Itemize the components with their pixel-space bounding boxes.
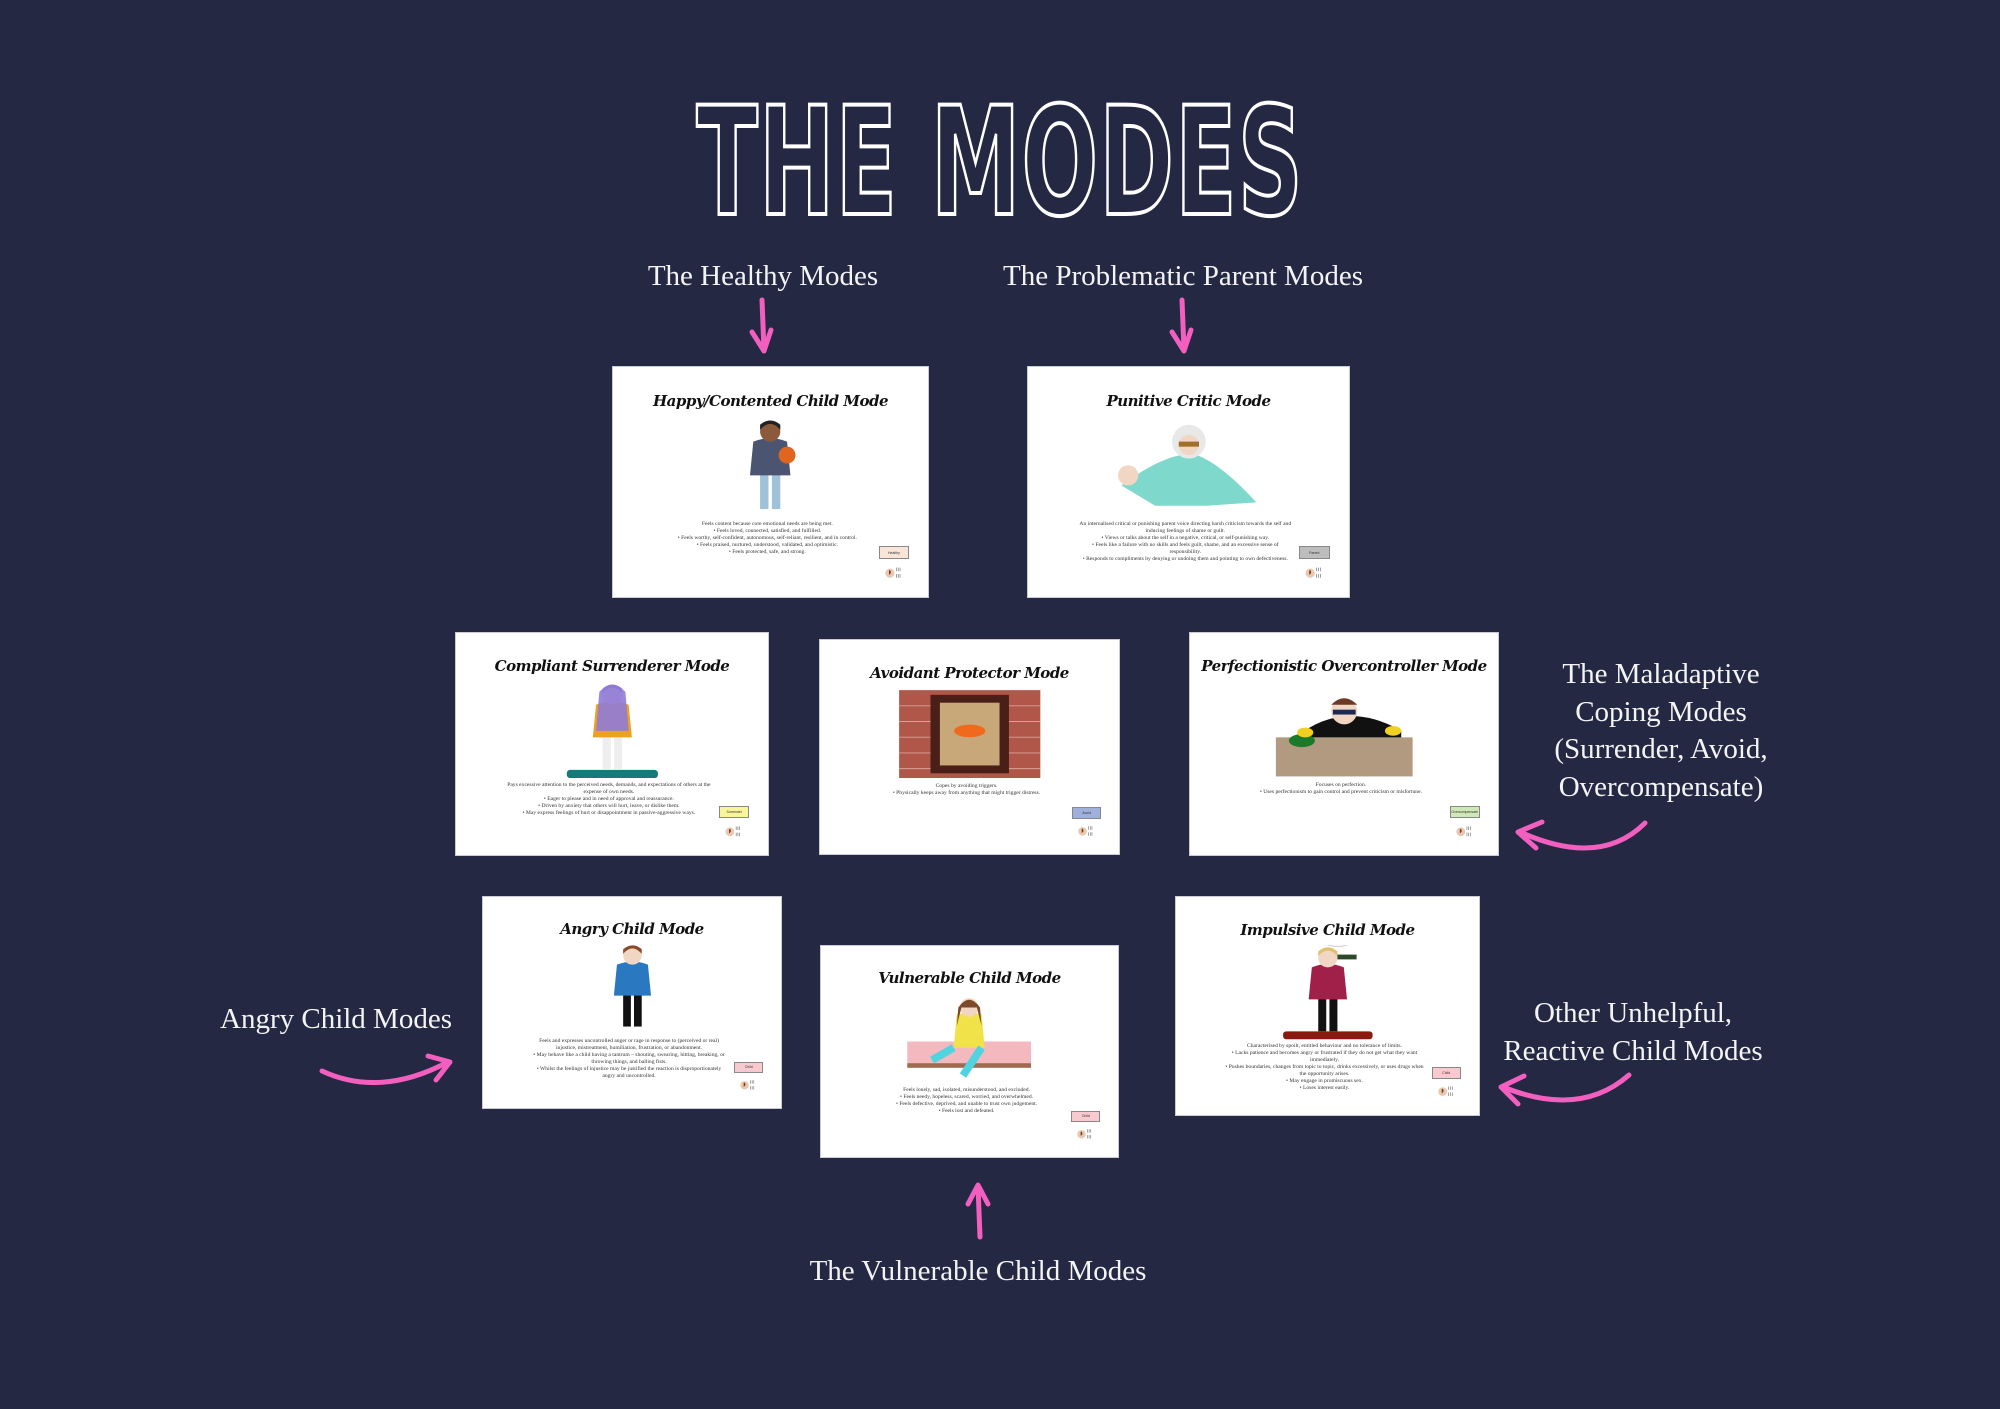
card-description: Feels and expresses uncontrolled anger o… xyxy=(531,1038,728,1080)
illustration-shouting-girl xyxy=(549,943,716,1036)
illustration-sad-girl-sitting xyxy=(886,992,1052,1085)
card-bullet: Feels worthy, self-confident, autonomous… xyxy=(663,535,871,542)
card-bullet: Lacks patience and becomes angry or frus… xyxy=(1224,1050,1424,1064)
brand-logo-icon xyxy=(885,567,901,578)
card-title: Perfectionistic Overcontroller Mode xyxy=(1201,657,1487,676)
card-title: Compliant Surrenderer Mode xyxy=(494,657,730,676)
card-description: Pays excessive attention to the perceive… xyxy=(506,782,712,817)
card-intro: Pays excessive attention to the perceive… xyxy=(507,781,711,795)
brand-logo-icon xyxy=(725,826,741,836)
arrow-angry xyxy=(319,1053,453,1086)
arrow-maladaptive xyxy=(1515,819,1648,851)
illustration-girl-in-headscarf xyxy=(525,682,700,780)
card-bullet: Uses perfectionism to gain control and p… xyxy=(1239,789,1442,796)
arrow-parent xyxy=(1169,297,1194,354)
mode-card-avoidant-protector-mode: Avoidant Protector Mode Copes by avoidin… xyxy=(819,639,1120,855)
arrow-other xyxy=(1498,1072,1632,1107)
brand-logo-icon xyxy=(740,1080,755,1090)
illustration-man-cleaning-table xyxy=(1258,682,1430,780)
arrow-vulnerable xyxy=(965,1182,991,1240)
mode-card-punitive-critic-mode: Punitive Critic Mode An internalised cri… xyxy=(1027,366,1350,598)
card-bullet: Feels like a failure with no skills and … xyxy=(1079,542,1291,556)
card-bullet: Whilst the feelings of injustice may be … xyxy=(531,1066,728,1080)
card-bullet: May behave like a child having a tantrum… xyxy=(531,1052,728,1066)
mode-category-badge: Overcompensate xyxy=(1449,806,1480,819)
card-description: Feels lonely, sad, isolated, misundersto… xyxy=(869,1087,1065,1115)
card-bullet: May express feelings of hurt or disappoi… xyxy=(506,810,712,817)
card-bullet: Pushes boundaries, changes from topic to… xyxy=(1224,1064,1424,1078)
card-bullet: Feels lost and defeated. xyxy=(869,1108,1065,1115)
card-description: Copes by avoiding triggers.Physically ke… xyxy=(868,783,1065,797)
card-bullet: Responds to compliments by denying or un… xyxy=(1079,556,1291,563)
brand-logo-icon xyxy=(1437,1086,1453,1097)
mode-card-happy-contented-child-mode: Happy/Contented Child Mode Feels content… xyxy=(612,366,929,598)
mode-card-compliant-surrenderer-mode: Compliant Surrenderer Mode Pays excessiv… xyxy=(455,632,769,856)
mode-category-badge: Healthy xyxy=(878,546,910,559)
card-description: Feels content because core emotional nee… xyxy=(663,521,871,556)
card-bullet: Loses interest easily. xyxy=(1224,1085,1424,1092)
card-bullet: May engage in promiscuous sex. xyxy=(1224,1078,1424,1085)
card-description: An internalised critical or punishing pa… xyxy=(1079,521,1291,563)
brand-logo-icon xyxy=(1456,826,1471,836)
card-intro: Focuses on perfection. xyxy=(1315,781,1367,788)
brand-logo-icon xyxy=(1078,826,1093,836)
card-title: Punitive Critic Mode xyxy=(1106,392,1271,411)
card-title: Avoidant Protector Mode xyxy=(870,663,1069,682)
brand-logo-icon xyxy=(1077,1129,1092,1139)
mode-category-badge: Surrender xyxy=(719,806,750,819)
mode-card-perfectionistic-overcontroller-mode: Perfectionistic Overcontroller Mode Focu… xyxy=(1189,632,1499,856)
illustration-woman-drinking-from-bottle xyxy=(1243,930,1413,1041)
brand-logo-icon xyxy=(1305,567,1321,578)
card-title: Angry Child Mode xyxy=(560,920,704,939)
card-bullet: Driven by anxiety that others will hurt,… xyxy=(506,803,712,810)
arrow-healthy xyxy=(749,297,774,354)
card-intro: Feels lonely, sad, isolated, misundersto… xyxy=(903,1087,1030,1094)
card-intro: Characterised by spoilt, entitled behavi… xyxy=(1247,1043,1402,1050)
card-intro: An internalised critical or punishing pa… xyxy=(1079,521,1292,535)
mode-category-badge: Child xyxy=(734,1061,764,1074)
card-description: Focuses on perfection.Uses perfectionism… xyxy=(1239,782,1442,796)
mode-category-badge: Avoid xyxy=(1072,806,1102,819)
card-bullet: Physically keeps away from anything that… xyxy=(868,790,1065,797)
illustration-boy-with-basketball xyxy=(682,418,858,519)
illustration-boarded-window-brick-wall xyxy=(886,687,1053,781)
mode-category-badge: Parent xyxy=(1298,546,1330,559)
illustration-angry-old-woman-pointing xyxy=(1099,418,1279,519)
card-title: Impulsive Child Mode xyxy=(1240,920,1415,939)
card-title: Happy/Contented Child Mode xyxy=(652,392,889,411)
card-bullet: Eager to please and in need of approval … xyxy=(506,796,712,803)
mode-category-badge: Child xyxy=(1071,1110,1101,1123)
mode-card-impulsive-child-mode: Impulsive Child Mode Characterised by sp… xyxy=(1175,896,1480,1116)
card-bullet: Feels protected, safe, and strong. xyxy=(663,549,871,556)
card-title: Vulnerable Child Mode xyxy=(878,969,1061,988)
card-description: Characterised by spoilt, entitled behavi… xyxy=(1224,1043,1424,1092)
card-intro: Feels and expresses uncontrolled anger o… xyxy=(539,1038,719,1052)
mode-card-vulnerable-child-mode: Vulnerable Child Mode Feels lonely, sad,… xyxy=(820,945,1119,1158)
mode-category-badge: Child xyxy=(1431,1067,1461,1079)
mode-card-angry-child-mode: Angry Child Mode Feels and expresses unc… xyxy=(482,896,782,1109)
